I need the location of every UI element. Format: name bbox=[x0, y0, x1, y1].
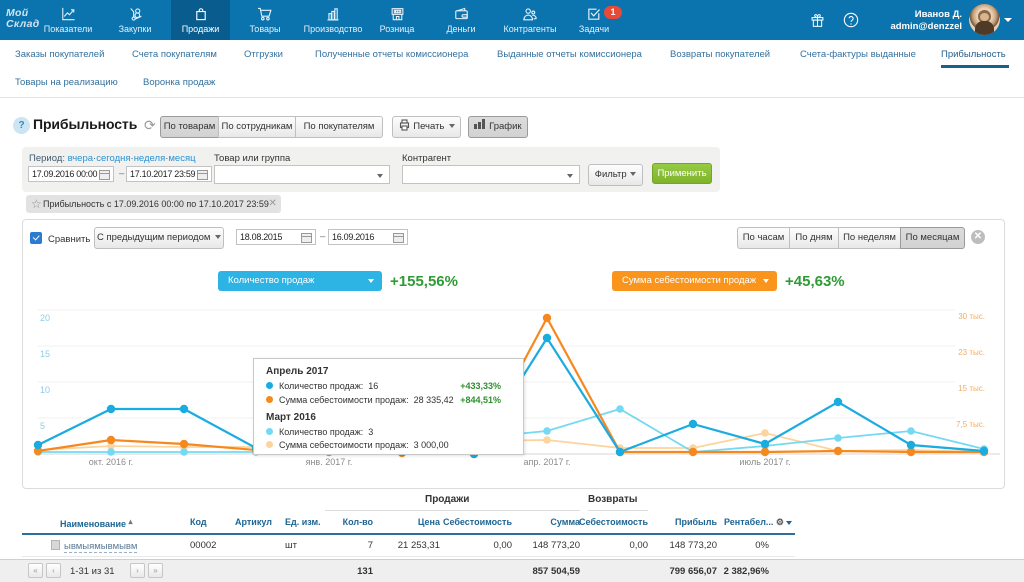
svg-text:15: 15 bbox=[40, 349, 50, 359]
svg-text:5: 5 bbox=[40, 421, 45, 431]
svg-text:7,5 тыс.: 7,5 тыс. bbox=[956, 420, 985, 429]
svg-text:10: 10 bbox=[40, 385, 50, 395]
svg-text:окт. 2016 г.: окт. 2016 г. bbox=[89, 457, 133, 467]
svg-text:янв. 2017 г.: янв. 2017 г. bbox=[306, 457, 353, 467]
svg-text:июль 2017 г.: июль 2017 г. bbox=[739, 457, 790, 467]
svg-text:15 тыс.: 15 тыс. bbox=[958, 384, 985, 393]
svg-text:апр. 2017 г.: апр. 2017 г. bbox=[523, 457, 570, 467]
svg-text:20: 20 bbox=[40, 313, 50, 323]
svg-text:23 тыс.: 23 тыс. bbox=[958, 348, 985, 357]
svg-text:30 тыс.: 30 тыс. bbox=[958, 312, 985, 321]
